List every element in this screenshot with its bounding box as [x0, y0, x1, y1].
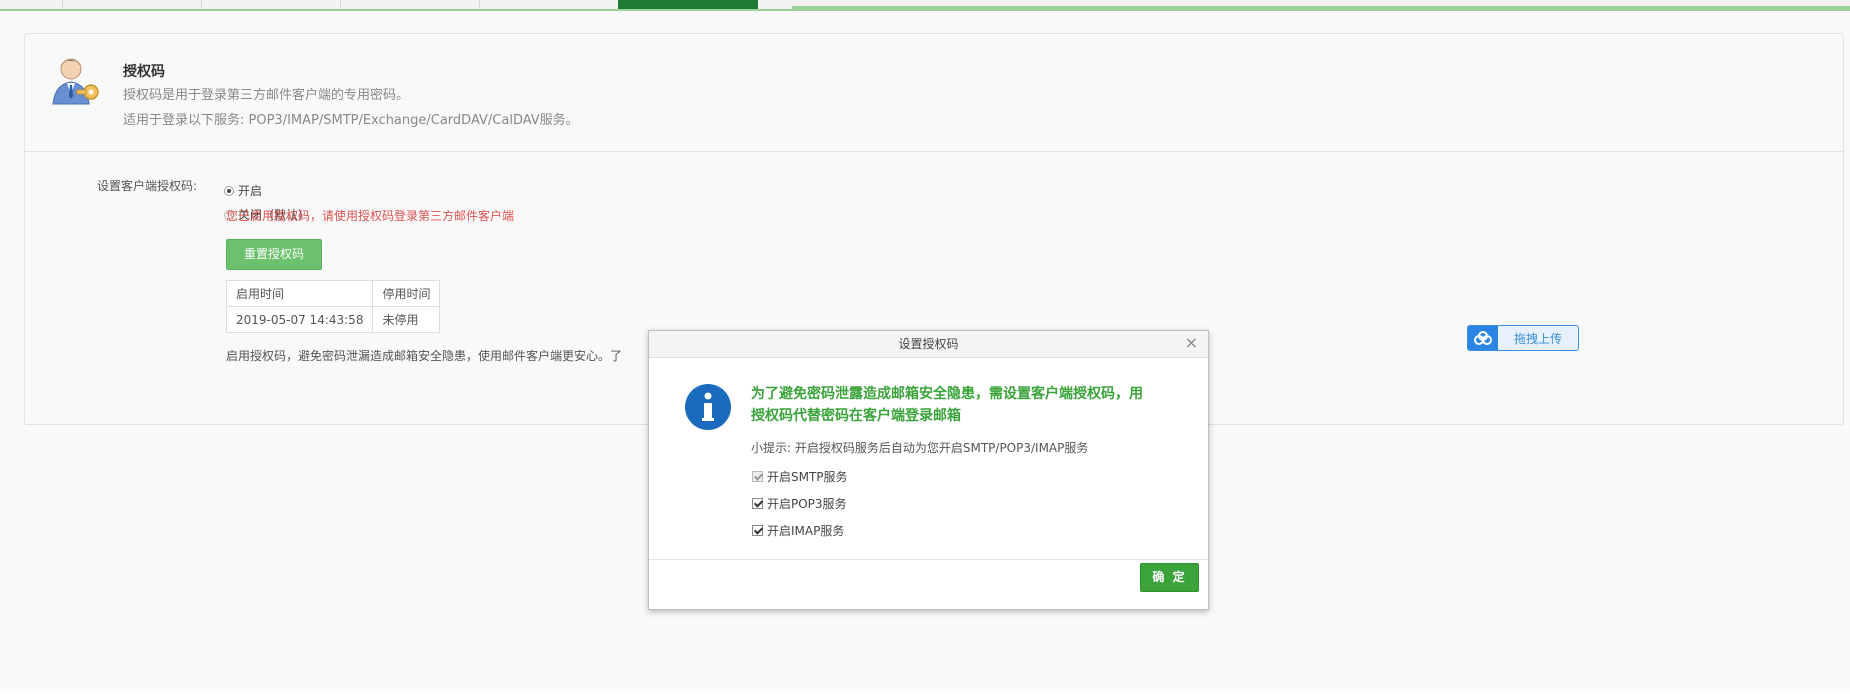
- smtp-label[interactable]: 开启SMTP服务: [767, 468, 848, 485]
- pop3-option[interactable]: 开启POP3服务: [752, 495, 847, 512]
- radio-on[interactable]: [224, 185, 234, 196]
- dialog-message: 为了避免密码泄露造成邮箱安全隐患，需设置客户端授权码，用 授权码代替密码在客户端…: [751, 383, 1181, 427]
- top-tab-strip: [0, 0, 1850, 11]
- drag-upload-label[interactable]: 拖拽上传: [1498, 330, 1578, 347]
- table-header: 停用时间: [372, 280, 441, 307]
- confirm-button[interactable]: 确 定: [1140, 563, 1199, 592]
- smtp-option[interactable]: 开启SMTP服务: [752, 468, 848, 485]
- smtp-checkbox[interactable]: [752, 471, 763, 482]
- enabled-notice: 您已启用授权码，请使用授权码登录第三方邮件客户端: [226, 209, 515, 223]
- panel-header: 授权码 授权码是用于登录第三方邮件客户端的专用密码。 适用于登录以下服务: PO…: [25, 34, 1843, 152]
- client-auth-label: 设置客户端授权码:: [97, 179, 198, 193]
- tab-5[interactable]: [479, 0, 619, 8]
- auth-log-table: 启用时间 停用时间 2019-05-07 14:43:58 未停用: [225, 280, 441, 333]
- dialog-message-line1: 为了避免密码泄露造成邮箱安全隐患，需设置客户端授权码，用: [751, 386, 1143, 402]
- table-cell: 未停用: [372, 306, 441, 333]
- tab-1[interactable]: [0, 0, 63, 8]
- pop3-label[interactable]: 开启POP3服务: [767, 495, 847, 512]
- tab-active[interactable]: [618, 0, 758, 9]
- drag-upload-button[interactable]: 拖拽上传: [1467, 325, 1579, 351]
- info-icon: [685, 384, 731, 430]
- header-title: 授权码: [123, 64, 165, 80]
- table-row: 2019-05-07 14:43:58 未停用: [225, 306, 441, 333]
- tab-4[interactable]: [340, 0, 480, 8]
- header-description: 授权码是用于登录第三方邮件客户端的专用密码。: [123, 88, 410, 103]
- imap-checkbox[interactable]: [752, 525, 763, 536]
- pop3-checkbox[interactable]: [752, 498, 763, 509]
- user-key-icon: [52, 58, 99, 105]
- table-header: 启用时间: [225, 280, 374, 307]
- table-header-row: 启用时间 停用时间: [225, 280, 441, 307]
- dialog-title: 设置授权码: [898, 337, 959, 351]
- imap-label[interactable]: 开启IMAP服务: [767, 522, 844, 539]
- reset-auth-code-button[interactable]: 重置授权码: [226, 239, 322, 270]
- dialog-tip: 小提示: 开启授权码服务后自动为您开启SMTP/POP3/IMAP服务: [751, 441, 1089, 455]
- cloud-upload-icon: [1468, 326, 1498, 350]
- security-note: 启用授权码，避免密码泄漏造成邮箱安全隐患，使用邮件客户端更安心。了: [226, 349, 623, 363]
- header-services: 适用于登录以下服务: POP3/IMAP/SMTP/Exchange/CardD…: [123, 113, 579, 128]
- dialog-footer-divider: [649, 559, 1208, 560]
- radio-on-row[interactable]: 开启: [224, 182, 262, 199]
- radio-on-label[interactable]: 开启: [238, 182, 262, 199]
- set-auth-code-dialog: 设置授权码 × 为了避免密码泄露造成邮箱安全隐患，需设置客户端授权码，用 授权码…: [648, 330, 1209, 610]
- table-cell: 2019-05-07 14:43:58: [225, 306, 374, 333]
- dialog-header: 设置授权码 ×: [649, 331, 1208, 358]
- dialog-message-line2: 授权码代替密码在客户端登录邮箱: [751, 408, 961, 424]
- tab-3[interactable]: [201, 0, 341, 8]
- tab-2[interactable]: [62, 0, 202, 8]
- imap-option[interactable]: 开启IMAP服务: [752, 522, 844, 539]
- close-icon[interactable]: ×: [1185, 334, 1198, 352]
